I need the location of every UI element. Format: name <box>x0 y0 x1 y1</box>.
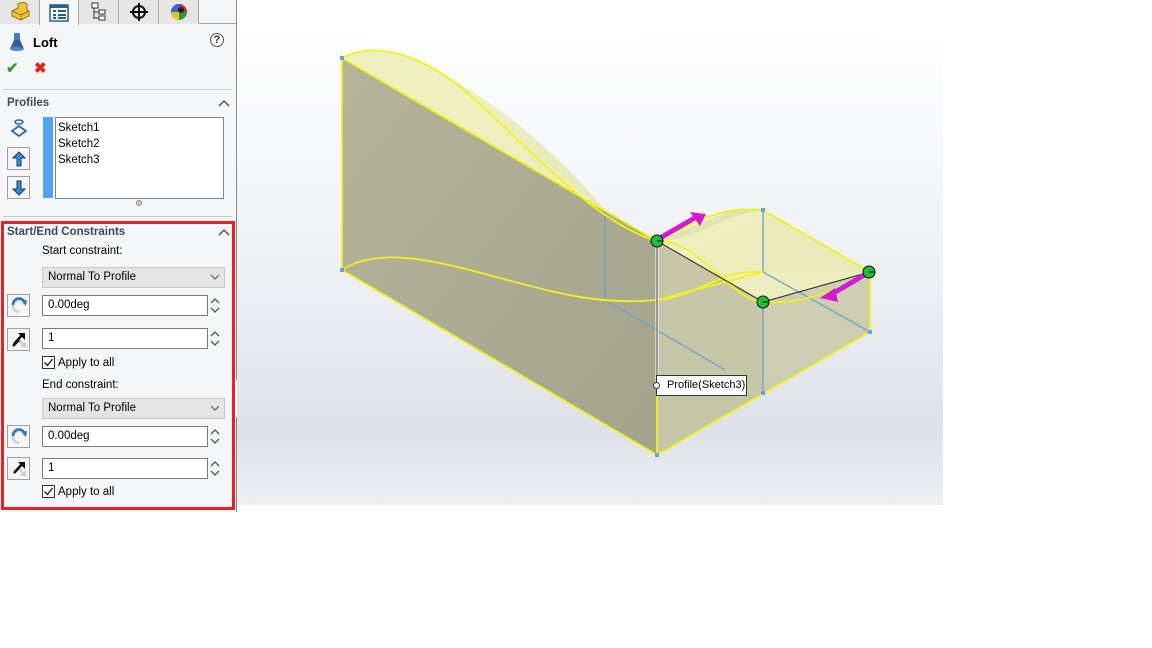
list-resize-handle[interactable] <box>136 200 142 206</box>
tangent-arrow-icon <box>12 461 27 477</box>
tab-configuration-manager[interactable] <box>79 0 119 24</box>
start-draft-angle-value: 0.00deg <box>48 299 90 311</box>
collapse-profiles-chevron-up-icon[interactable] <box>218 99 230 107</box>
start-tangent-length-input[interactable]: 1 <box>42 328 208 349</box>
help-button[interactable]: ? <box>210 33 224 47</box>
start-tangent-spinner[interactable] <box>209 328 221 349</box>
loft-icon <box>10 33 24 51</box>
divider <box>3 89 232 90</box>
end-angle-spinner[interactable] <box>209 426 221 447</box>
profile-selection-color-bar <box>43 117 53 198</box>
end-tangent-length-input[interactable]: 1 <box>42 458 208 479</box>
start-direction-vector-button[interactable] <box>7 294 30 317</box>
end-apply-to-all-checkbox[interactable]: Apply to all <box>42 485 114 498</box>
collapse-constraints-chevron-up-icon[interactable] <box>218 228 230 236</box>
start-tangent-length-value: 1 <box>48 332 55 344</box>
end-tangent-spinner[interactable] <box>209 458 221 479</box>
graphics-viewport[interactable]: Profile(Sketch3) <box>237 0 943 505</box>
property-manager-panel: Loft ? ✔ ✖ Profiles Sketch1 Sketch2 Sket… <box>0 0 236 512</box>
end-apply-to-all-label: Apply to all <box>58 485 115 498</box>
profiles-section-title: Profiles <box>7 97 50 109</box>
end-direction-vector-button[interactable] <box>7 425 30 448</box>
end-tangent-length-value: 1 <box>48 462 55 474</box>
tab-feature-manager[interactable] <box>0 0 40 24</box>
end-constraint-select[interactable]: Normal To Profile <box>42 398 225 419</box>
loft-preview-model <box>340 49 876 457</box>
close-icon: ✖ <box>34 60 47 77</box>
arrow-down-icon <box>11 180 26 196</box>
divider <box>3 216 232 217</box>
start-tangent-length-button[interactable] <box>7 328 30 351</box>
move-down-button[interactable] <box>7 176 30 199</box>
cancel-button[interactable]: ✖ <box>34 59 47 77</box>
checkmark-icon: ✔ <box>6 60 19 77</box>
manager-tabs <box>0 0 236 25</box>
rotate-icon <box>11 427 27 444</box>
end-constraint-label: End constraint: <box>42 379 119 391</box>
start-draft-angle-input[interactable]: 0.00deg <box>42 295 208 316</box>
feature-header: Loft <box>9 32 58 52</box>
tab-dimxpert-manager[interactable] <box>119 0 159 24</box>
end-tangent-length-button[interactable] <box>7 457 30 480</box>
end-draft-angle-input[interactable]: 0.00deg <box>42 426 208 447</box>
tab-property-manager[interactable] <box>39 0 79 25</box>
part-icon <box>11 2 29 21</box>
end-draft-angle-value: 0.00deg <box>48 430 90 442</box>
profiles-list[interactable]: Sketch1 Sketch2 Sketch3 <box>55 117 224 199</box>
tangent-arrow-icon <box>11 332 27 348</box>
arrow-up-icon <box>11 150 26 166</box>
callout-text: Profile(Sketch3) <box>667 379 746 391</box>
tab-display-manager[interactable] <box>159 0 199 24</box>
start-apply-to-all-label: Apply to all <box>58 356 115 369</box>
configuration-icon <box>91 2 105 21</box>
list-item[interactable]: Sketch3 <box>58 152 223 168</box>
start-apply-to-all-checkbox[interactable]: Apply to all <box>42 356 114 369</box>
profile-selection-icon <box>9 118 29 138</box>
chevron-down-icon <box>211 274 219 280</box>
start-constraint-value: Normal To Profile <box>48 271 136 283</box>
move-up-button[interactable] <box>7 147 30 170</box>
crosshair-icon <box>129 3 148 21</box>
profile-callout[interactable]: Profile(Sketch3) <box>653 375 747 396</box>
start-constraint-label: Start constraint: <box>42 245 123 257</box>
chevron-down-icon <box>211 405 219 411</box>
checkbox-checked-icon[interactable] <box>42 356 55 369</box>
rotate-icon <box>11 296 27 313</box>
checkbox-checked-icon[interactable] <box>42 485 55 498</box>
ok-button[interactable]: ✔ <box>6 59 19 77</box>
list-item[interactable]: Sketch1 <box>58 120 223 136</box>
list-item[interactable]: Sketch2 <box>58 136 223 152</box>
appearance-icon <box>170 4 187 20</box>
end-constraint-value: Normal To Profile <box>48 402 136 414</box>
start-constraint-select[interactable]: Normal To Profile <box>42 267 225 288</box>
constraints-section-title: Start/End Constraints <box>7 226 126 238</box>
property-manager-icon <box>49 3 69 22</box>
feature-title: Loft <box>33 34 58 50</box>
help-icon: ? <box>213 34 221 46</box>
start-angle-spinner[interactable] <box>209 295 221 316</box>
callout-anchor-icon <box>653 382 660 389</box>
